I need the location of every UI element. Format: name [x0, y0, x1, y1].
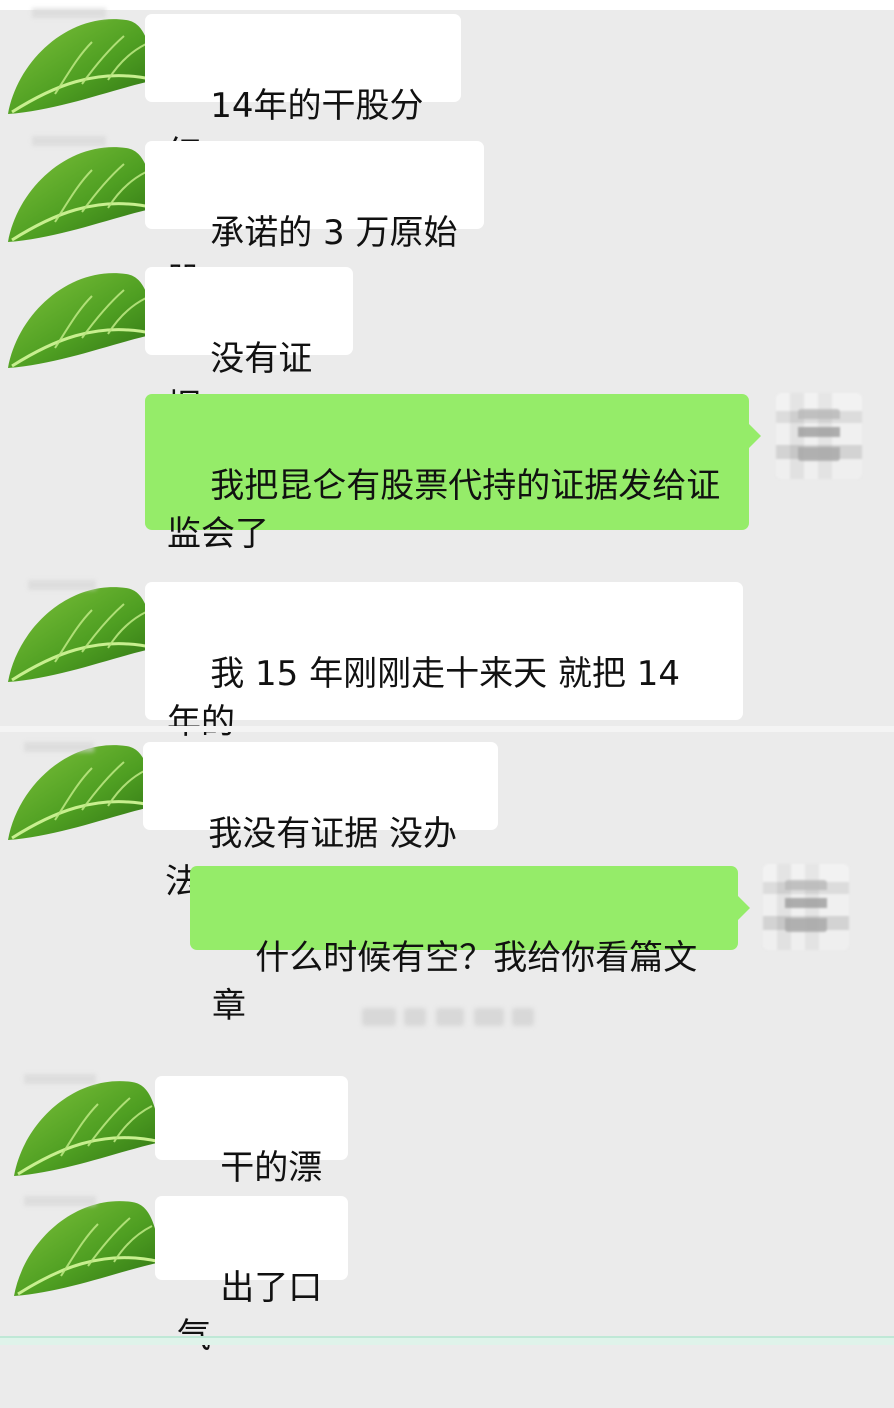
message-text: 我把昆仑有股票代持的证据发给证 监会了 — [167, 466, 721, 554]
leaf-avatar-icon[interactable] — [0, 132, 168, 264]
bottom-edge — [0, 1336, 894, 1345]
message-bubble-outgoing[interactable]: 我把昆仑有股票代持的证据发给证 监会了 — [145, 394, 761, 554]
leaf-avatar-icon[interactable] — [0, 572, 168, 704]
blurred-name-mark — [32, 8, 106, 18]
avatar-glyph — [785, 880, 827, 932]
timestamp-block — [474, 1008, 504, 1026]
message-bubble-incoming[interactable]: 我没有证据 没办法 — [143, 742, 498, 902]
leaf-avatar-icon[interactable] — [0, 4, 168, 136]
blurred-name-mark — [24, 1196, 96, 1206]
blurred-avatar-icon[interactable] — [776, 393, 862, 479]
timestamp-block — [362, 1008, 396, 1026]
timestamp-block — [404, 1008, 426, 1026]
blurred-name-mark — [32, 136, 106, 146]
avatar-glyph — [798, 409, 840, 461]
message-bubble-outgoing[interactable]: 什么时候有空？我给你看篇文章 — [190, 866, 750, 1026]
message-bubble-incoming[interactable]: 出了口气 — [155, 1196, 348, 1356]
timestamp-block — [512, 1008, 534, 1026]
message-bubble-incoming[interactable]: 没有证据 — [145, 267, 353, 427]
timestamp-block — [436, 1008, 464, 1026]
leaf-avatar-icon[interactable] — [6, 1066, 174, 1198]
message-bubble-incoming[interactable]: 我 15 年刚刚走十来天 就把 14 年的 干股分红发了 — [145, 582, 743, 790]
chat-thread[interactable]: 14年的干股分红 承诺的 3 万原始股 没有证据 — [0, 0, 894, 1356]
leaf-avatar-icon[interactable] — [0, 258, 168, 390]
message-bubble-incoming[interactable]: 14年的干股分红 — [145, 14, 461, 174]
message-bubble-incoming[interactable]: 干的漂亮 — [155, 1076, 348, 1236]
blurred-name-mark — [24, 1074, 96, 1084]
message-bubble-incoming[interactable]: 承诺的 3 万原始股 — [145, 141, 484, 301]
blurred-avatar-icon[interactable] — [763, 864, 849, 950]
blurred-name-mark — [28, 580, 96, 590]
timestamp-divider — [362, 1000, 538, 1032]
blurred-name-mark — [24, 742, 94, 752]
